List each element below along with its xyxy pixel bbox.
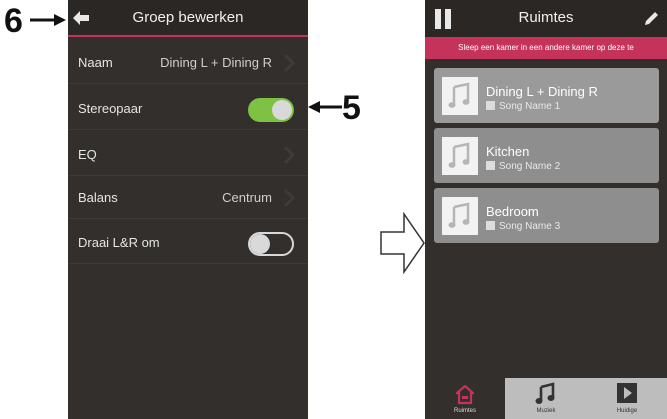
header: Groep bewerken [68,0,308,37]
stereo-pair-toggle[interactable] [248,98,294,122]
room-card[interactable]: Kitchen Song Name 2 [434,128,659,183]
pencil-icon[interactable] [643,11,659,27]
tab-huidige[interactable]: Huidige [587,378,667,419]
album-art [442,197,478,235]
song-name-text: Song Name 2 [499,161,561,172]
music-note-icon [448,202,470,228]
row-label: Stereopaar [78,101,143,116]
song-name: Song Name 1 [486,101,560,112]
callout-number-5: 5 [342,89,361,127]
swap-lr-toggle[interactable] [248,232,294,256]
page-title: Ruimtes [518,9,574,26]
album-art [442,77,478,115]
song-name-text: Song Name 1 [499,101,561,112]
music-note-icon [535,382,555,404]
chevron-right-icon [283,145,296,165]
callout-arrow-6 [30,14,66,26]
callout-6: 6 [4,4,23,38]
music-note-icon [448,142,470,168]
song-name-text: Song Name 3 [499,221,561,232]
row-label: Draai L&R om [78,235,160,250]
room-name: Bedroom [486,204,539,219]
rooms-screen: Ruimtes Sleep een kamer in een andere ka… [425,0,667,419]
transition-arrow-icon [380,212,425,274]
tab-label: Ruimtes [453,408,476,414]
song-square-icon [486,101,495,110]
instruction-bar: Sleep een kamer in een andere kamer op d… [425,37,667,59]
row-naam[interactable]: Naam Dining L + Dining R [68,43,308,84]
header: Ruimtes [425,0,667,37]
music-note-icon [448,82,470,108]
row-draai: Draai L&R om [68,223,308,264]
song-square-icon [486,221,495,230]
row-label: EQ [78,147,97,162]
chevron-right-icon [283,53,296,73]
room-card[interactable]: Bedroom Song Name 3 [434,188,659,243]
row-label: Balans [78,190,118,205]
tab-bar: Ruimtes Muziek Huidige [425,378,667,419]
chevron-right-icon [283,188,296,208]
room-name: Dining L + Dining R [486,84,598,99]
room-name: Kitchen [486,144,530,159]
home-icon [456,385,474,405]
row-value: Dining L + Dining R [160,55,272,70]
toggle-knob [272,100,292,120]
toggle-knob [250,234,270,254]
tab-muziek[interactable]: Muziek [506,378,586,419]
row-label: Naam [78,55,113,70]
tab-ruimtes[interactable]: Ruimtes [425,378,505,419]
song-name: Song Name 3 [486,221,560,232]
tab-label: Huidige [616,408,638,414]
room-card[interactable]: Dining L + Dining R Song Name 1 [434,68,659,123]
row-balans[interactable]: Balans Centrum [68,178,308,219]
song-name: Song Name 2 [486,161,560,172]
play-icon [617,383,637,403]
album-art [442,137,478,175]
row-eq[interactable]: EQ [68,135,308,176]
tab-label: Muziek [536,408,556,414]
callout-number-6: 6 [4,2,23,40]
row-value: Centrum [222,190,272,205]
callout-arrow-5 [308,101,342,113]
group-edit-screen: Groep bewerken Naam Dining L + Dining R … [68,0,308,419]
row-stereopaar: Stereopaar [68,89,308,130]
page-title: Groep bewerken [132,9,244,26]
callout-5: 5 [342,91,361,125]
song-square-icon [486,161,495,170]
